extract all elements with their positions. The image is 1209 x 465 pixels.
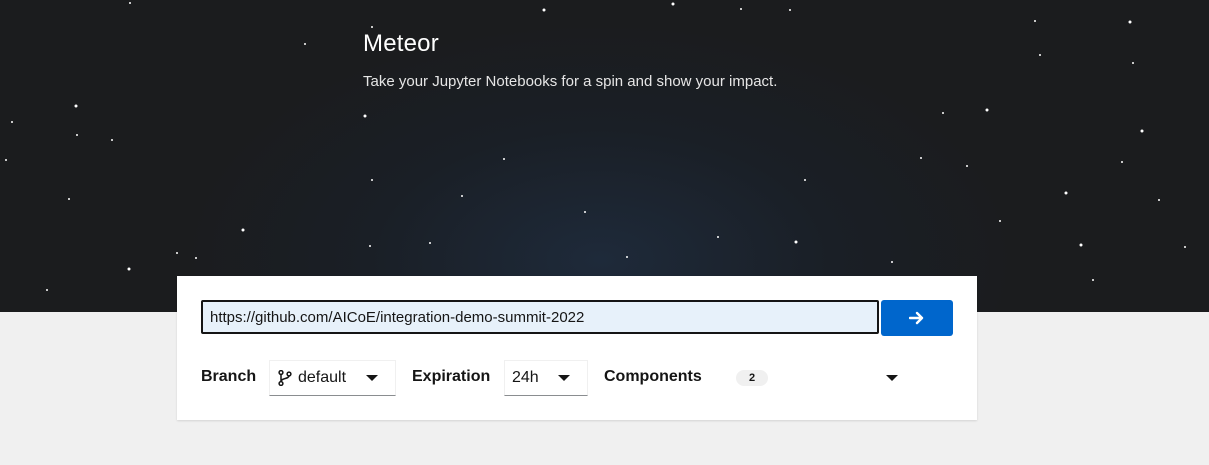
star	[241, 228, 245, 232]
star	[891, 261, 893, 263]
star	[68, 198, 70, 200]
app-tagline: Take your Jupyter Notebooks for a spin a…	[363, 73, 778, 90]
star	[626, 256, 628, 258]
star	[11, 121, 13, 123]
star	[176, 252, 178, 254]
star	[1039, 54, 1041, 56]
star	[127, 267, 131, 271]
star	[1079, 243, 1083, 247]
expiration-value: 24h	[512, 369, 539, 386]
arrow-right-icon	[909, 311, 924, 325]
star	[195, 257, 197, 259]
components-label: Components	[604, 368, 702, 385]
star	[542, 8, 546, 12]
star	[304, 43, 306, 45]
star	[363, 114, 367, 118]
star	[461, 195, 463, 197]
star	[717, 236, 719, 238]
star	[503, 158, 505, 160]
star	[1034, 20, 1036, 22]
expiration-select[interactable]: 24h	[504, 360, 588, 396]
star	[942, 112, 944, 114]
code-branch-icon	[278, 370, 292, 386]
repository-url-input[interactable]	[201, 300, 879, 334]
branch-value: default	[298, 369, 347, 386]
star	[1064, 191, 1068, 195]
components-toggle[interactable]	[877, 364, 907, 392]
star	[5, 159, 7, 161]
chevron-down-icon	[366, 375, 378, 381]
star	[46, 289, 48, 291]
star	[920, 157, 922, 159]
chevron-down-icon	[558, 375, 570, 381]
hero-banner: Meteor Take your Jupyter Notebooks for a…	[0, 0, 1209, 312]
star	[1121, 161, 1123, 163]
star	[371, 26, 373, 28]
components-count-badge: 2	[736, 370, 768, 386]
star	[966, 165, 968, 167]
launch-form-card: Branch default Expiration 24h Components…	[177, 276, 977, 420]
star	[369, 245, 371, 247]
star	[985, 108, 989, 112]
star	[1140, 129, 1144, 133]
app-title: Meteor	[363, 30, 439, 57]
branch-label: Branch	[201, 368, 257, 385]
starfield-background	[5, 2, 1186, 291]
submit-button[interactable]	[881, 300, 953, 336]
star	[111, 139, 113, 141]
star	[789, 9, 791, 11]
star	[76, 134, 78, 136]
star	[371, 179, 373, 181]
star	[1158, 199, 1160, 201]
star	[804, 179, 806, 181]
star	[1128, 20, 1132, 24]
star	[740, 8, 742, 10]
expiration-label: Expiration	[412, 368, 491, 385]
star	[999, 220, 1001, 222]
star	[129, 2, 131, 4]
star	[1132, 62, 1134, 64]
star	[584, 211, 586, 213]
star	[1092, 279, 1094, 281]
star	[1184, 246, 1186, 248]
branch-select[interactable]: default	[269, 360, 396, 396]
star	[671, 2, 675, 6]
star	[794, 240, 798, 244]
chevron-down-icon	[886, 375, 898, 381]
star	[74, 104, 78, 108]
star	[429, 242, 431, 244]
